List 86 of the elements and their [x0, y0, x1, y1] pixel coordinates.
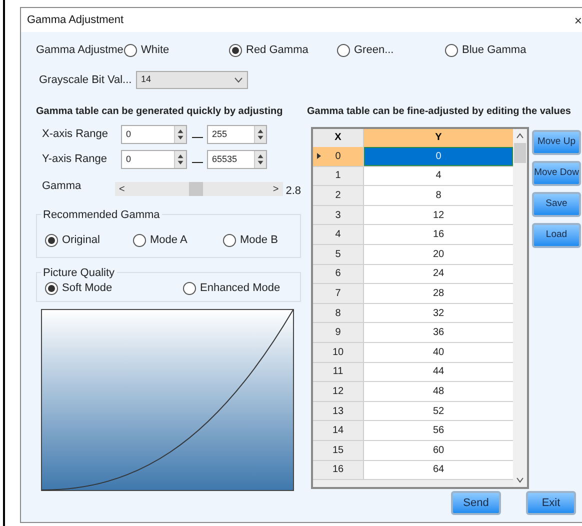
range-dash [192, 137, 202, 138]
range-dash [192, 162, 202, 163]
table-cell-text: 11 [332, 365, 344, 380]
table-cell-text: 40 [432, 346, 444, 360]
radio-option[interactable]: Green... [337, 42, 445, 58]
chevron-down-icon [234, 77, 243, 83]
field-label: Y-axis Range [42, 152, 108, 168]
number-field[interactable]: 0 [121, 125, 187, 144]
action-button[interactable]: Move Up [532, 130, 581, 155]
radio-button[interactable] [133, 234, 146, 247]
table-cell-text: 48 [432, 384, 444, 399]
table-cell-text: 8 [436, 188, 442, 203]
action-button[interactable]: Move Dow [532, 161, 581, 186]
dropdown[interactable]: 14 [136, 71, 248, 89]
table-cell-text: 8 [334, 306, 342, 321]
radio-option[interactable]: Blue Gamma [445, 42, 526, 58]
gamma-value: 2.8 [286, 184, 301, 199]
radio-option[interactable]: Mode B [223, 232, 278, 248]
slider[interactable]: < > [114, 182, 283, 196]
table-cell-text: 36 [432, 326, 444, 340]
table-cell-text: 0 [436, 150, 442, 164]
table-cell-text: 10 [331, 346, 345, 360]
action-button[interactable]: Save [532, 192, 581, 217]
table-cell-text: 4 [334, 228, 342, 242]
column-header: Y [364, 129, 513, 147]
field-label: Gamma [42, 179, 82, 194]
table-cell-text: 13 [331, 404, 345, 419]
table-cell-text: 5 [334, 248, 342, 262]
table-cell-text: 9 [334, 326, 342, 340]
radio-button[interactable] [45, 282, 58, 295]
radio-button[interactable] [445, 44, 458, 56]
radio-button[interactable] [229, 44, 242, 56]
radio-option[interactable]: White [124, 42, 229, 58]
table-cell-text: 28 [432, 286, 444, 301]
radio-button[interactable] [183, 282, 196, 295]
spinner-arrows-icon[interactable] [174, 126, 186, 143]
table-cell-text: 6 [334, 267, 342, 282]
action-button[interactable]: Send [451, 491, 501, 515]
table-cell-text: 44 [432, 365, 444, 380]
radio-option[interactable]: Enhanced Mode [183, 280, 280, 296]
radio-button[interactable] [337, 44, 350, 56]
field-label: Gamma Adjustme [36, 42, 124, 58]
field-label: X-axis Range [42, 127, 110, 142]
table-cell-text: 52 [432, 404, 444, 419]
table-cell-text: 24 [432, 267, 444, 282]
radio-option[interactable]: Mode A [133, 232, 223, 248]
table-cell-text: 15 [331, 444, 345, 458]
action-button[interactable]: Exit [526, 491, 576, 515]
field-label: Grayscale Bit Val... [38, 72, 133, 88]
table-cell-text: 12 [331, 384, 345, 399]
section-heading: Gamma table can be generated quickly by adjusting [36, 105, 284, 119]
column-header: X [313, 129, 364, 147]
table-cell-text: 56 [432, 424, 444, 438]
radio-option[interactable]: Soft Mode [45, 280, 183, 296]
radio-button[interactable] [124, 44, 137, 56]
table-cell-text: 16 [331, 463, 345, 478]
spinner-arrows-icon[interactable] [174, 151, 186, 168]
table-cell-text: 0 [334, 150, 342, 164]
scroll-thumb[interactable] [514, 143, 526, 163]
table-cell-text: 20 [432, 248, 444, 262]
table-cell-text: 12 [432, 208, 444, 223]
spinner-arrows-icon[interactable] [254, 151, 266, 168]
radio-button[interactable] [45, 234, 58, 247]
number-field[interactable]: 0 [121, 150, 187, 169]
spinner-arrows-icon[interactable] [254, 126, 266, 143]
radio-button[interactable] [223, 234, 236, 247]
table-cell-text: 3 [334, 208, 342, 223]
row-pointer-icon [317, 153, 321, 160]
slider-thumb[interactable] [189, 182, 204, 196]
radio-option[interactable]: Original [45, 232, 133, 248]
close-button[interactable]: × [574, 14, 582, 26]
table-cell-text: 16 [432, 228, 444, 242]
section-heading: Gamma table can be fine-adjusted by editing the values [307, 105, 572, 119]
number-field[interactable]: 65535 [207, 150, 267, 169]
window-title: Gamma Adjustment [27, 12, 124, 28]
number-field[interactable]: 255 [207, 125, 267, 144]
table-cell-text: 14 [331, 424, 345, 438]
table-cell-text: 64 [432, 463, 444, 478]
table-cell-text: 32 [432, 306, 444, 321]
table-cell-text: 4 [436, 169, 442, 184]
table-cell-text: 2 [334, 188, 342, 203]
action-button[interactable]: Load [532, 223, 581, 248]
table-cell-text: 1 [334, 169, 342, 184]
table-cell-text: 60 [432, 444, 444, 458]
table-cell-text: 7 [334, 286, 342, 301]
radio-option[interactable]: Red Gamma [229, 42, 337, 58]
